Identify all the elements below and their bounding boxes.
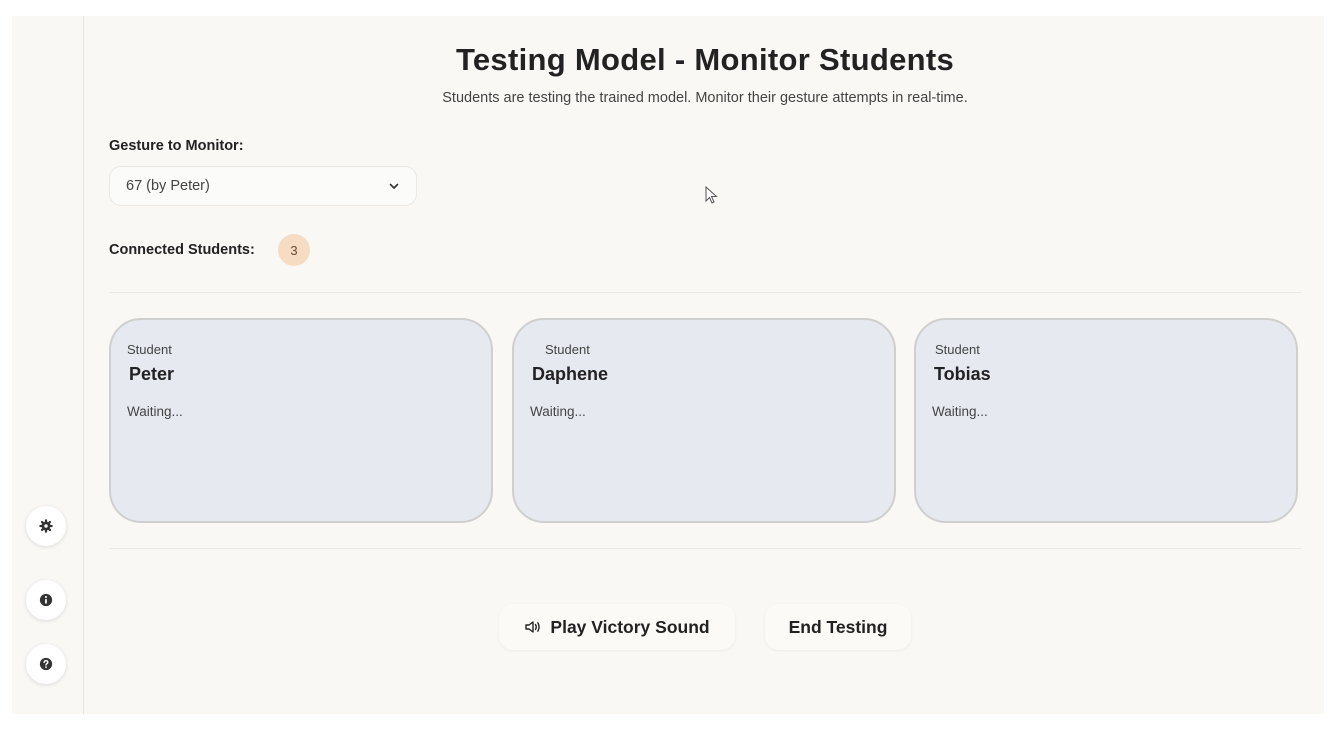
app-window: Testing Model - Monitor Students Student… (12, 16, 1324, 714)
gear-icon (39, 519, 53, 533)
connected-students-label: Connected Students: (109, 242, 255, 258)
end-testing-label: End Testing (788, 616, 888, 637)
info-icon (39, 593, 53, 607)
play-victory-sound-label: Play Victory Sound (550, 616, 710, 637)
help-button[interactable] (26, 644, 66, 684)
connected-count-badge: 3 (278, 234, 310, 266)
end-testing-button[interactable]: End Testing (765, 604, 911, 650)
student-name: Tobias (934, 364, 991, 384)
help-icon (39, 657, 53, 671)
mouse-cursor-icon (705, 186, 718, 204)
student-card[interactable]: Student Tobias Waiting... (914, 318, 1298, 523)
speaker-icon (525, 621, 541, 633)
page-title: Testing Model - Monitor Students (455, 42, 955, 77)
info-button[interactable] (26, 580, 66, 620)
play-victory-sound-button[interactable]: Play Victory Sound (499, 604, 735, 650)
gesture-select-value: 67 (by Peter) (126, 178, 210, 194)
divider-bottom (109, 548, 1301, 549)
page-subtitle: Students are testing the trained model. … (442, 90, 968, 106)
student-card[interactable]: Student Peter Waiting... (109, 318, 493, 523)
student-status: Waiting... (530, 404, 586, 419)
student-card[interactable]: Student Daphene Waiting... (512, 318, 896, 523)
gesture-select[interactable]: 67 (by Peter) (109, 166, 417, 206)
student-name: Peter (129, 364, 175, 384)
main-content: Testing Model - Monitor Students Student… (109, 16, 1301, 714)
divider-top (109, 292, 1301, 293)
student-name: Daphene (532, 364, 609, 384)
sidebar (12, 16, 84, 714)
student-card-label: Student (127, 342, 172, 357)
student-card-label: Student (545, 342, 590, 357)
student-status: Waiting... (932, 404, 988, 419)
settings-button[interactable] (26, 506, 66, 546)
student-status: Waiting... (127, 404, 183, 419)
gesture-label: Gesture to Monitor: (109, 138, 244, 154)
student-card-label: Student (935, 342, 980, 357)
chevron-down-icon (389, 183, 399, 189)
student-cards: Student Peter Waiting... Student Daphene… (109, 318, 1301, 523)
